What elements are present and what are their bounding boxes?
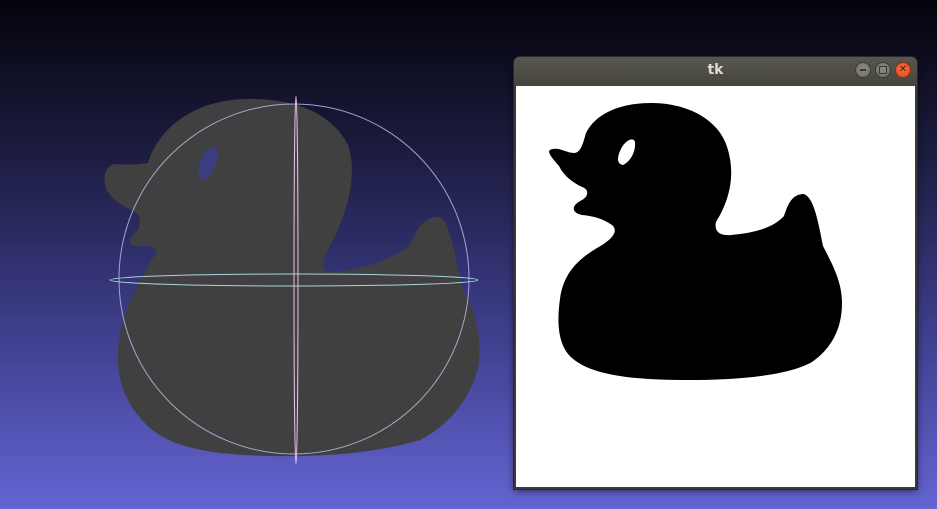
- maximize-icon[interactable]: [875, 62, 891, 78]
- duck-mesh[interactable]: [104, 98, 480, 457]
- tk-window[interactable]: tk ✕: [514, 57, 917, 489]
- title-bar[interactable]: tk ✕: [514, 57, 917, 86]
- duck-silhouette: [549, 103, 842, 380]
- minimize-icon[interactable]: [855, 62, 871, 78]
- duck-silhouette-image: [549, 103, 842, 380]
- tk-canvas[interactable]: [516, 86, 915, 487]
- close-icon[interactable]: ✕: [895, 62, 911, 78]
